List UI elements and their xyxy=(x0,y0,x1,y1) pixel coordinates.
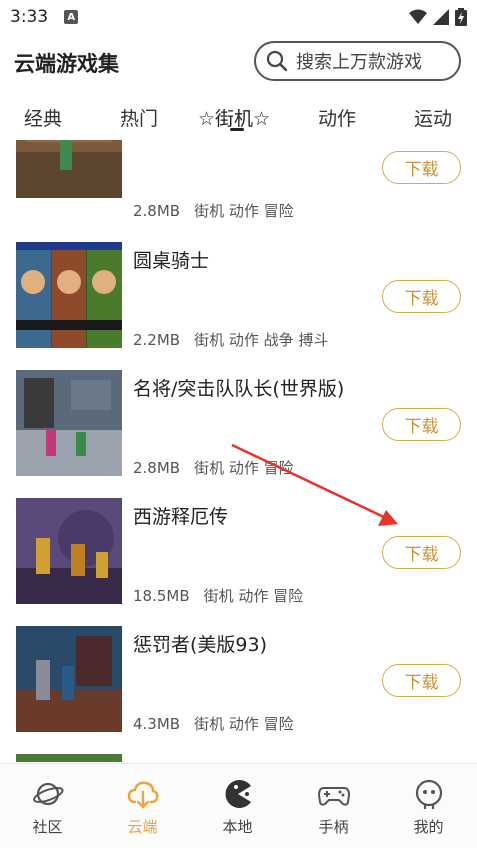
nav-gamepad[interactable]: 手柄 xyxy=(286,764,381,848)
status-time: 3:33 xyxy=(10,7,49,27)
nav-label: 我的 xyxy=(413,818,444,836)
signal-icon xyxy=(433,9,449,25)
nav-label: 云端 xyxy=(127,818,158,836)
nav-community[interactable]: 社区 xyxy=(0,764,95,848)
status-icons xyxy=(409,8,467,26)
app-title: 云端游戏集 xyxy=(14,52,119,76)
game-tags: 街机 动作 冒险 xyxy=(194,459,294,477)
battery-icon xyxy=(455,8,467,26)
game-thumbnail xyxy=(16,242,122,348)
download-button[interactable]: 下载 xyxy=(382,280,461,313)
game-tags: 街机 动作 冒险 xyxy=(203,587,304,605)
nav-label: 社区 xyxy=(32,818,63,836)
game-size: 4.3MB xyxy=(133,715,181,733)
tab-arcade[interactable]: ☆街机☆ xyxy=(198,104,270,131)
game-name: 名将/突击队队长(世界版) xyxy=(133,378,345,400)
app-header: 云端游戏集 搜索上万款游戏 xyxy=(0,38,477,84)
nav-profile[interactable]: 我的 xyxy=(381,764,476,848)
planet-icon xyxy=(33,782,64,806)
game-tags: 街机 动作 冒险 xyxy=(194,715,294,733)
game-tags: 街机 动作 战争 搏斗 xyxy=(194,331,329,349)
list-item[interactable] xyxy=(0,754,477,762)
download-button[interactable]: 下载 xyxy=(382,408,461,441)
active-tab-indicator xyxy=(230,128,244,131)
nav-cloud[interactable]: 云端 xyxy=(95,764,190,848)
bottom-nav: 社区 云端 本地 手柄 我的 xyxy=(0,763,477,848)
cloud-download-icon xyxy=(127,781,159,809)
game-list: 下载 2.8MB 街机 动作 冒险 圆桌骑士 下载 2.2MB 街机 动作 战争 搏… xyxy=(0,140,477,762)
download-button[interactable]: 下载 xyxy=(382,664,461,697)
game-size: 18.5MB xyxy=(133,587,190,605)
game-size: 2.8MB xyxy=(133,202,181,220)
tab-action[interactable]: 动作 xyxy=(318,104,356,131)
download-button[interactable]: 下载 xyxy=(382,536,461,569)
search-placeholder: 搜索上万款游戏 xyxy=(296,52,422,73)
list-item[interactable]: 下载 2.8MB 街机 动作 冒险 xyxy=(0,140,477,220)
game-tags: 街机 动作 冒险 xyxy=(194,202,294,220)
tab-classic[interactable]: 经典 xyxy=(24,104,62,131)
nav-label: 本地 xyxy=(222,818,253,836)
game-size: 2.8MB xyxy=(133,459,181,477)
status-bar: 3:33 A xyxy=(0,0,477,34)
game-thumbnail xyxy=(16,498,122,604)
search-input[interactable]: 搜索上万款游戏 xyxy=(254,41,461,81)
game-thumbnail xyxy=(16,754,122,762)
nav-local[interactable]: 本地 xyxy=(190,764,285,848)
tab-sports[interactable]: 运动 xyxy=(414,104,452,131)
search-icon xyxy=(266,50,288,72)
game-name: 惩罚者(美版93) xyxy=(133,634,268,656)
game-name: 圆桌骑士 xyxy=(133,250,210,272)
download-button[interactable]: 下载 xyxy=(382,151,461,184)
pacman-icon xyxy=(225,780,251,808)
list-item[interactable]: 名将/突击队队长(世界版) 下载 2.8MB 街机 动作 冒险 xyxy=(0,370,477,498)
game-thumbnail xyxy=(16,626,122,732)
game-size: 2.2MB xyxy=(133,331,181,349)
list-item[interactable]: 西游释厄传 下载 18.5MB 街机 动作 冒险 xyxy=(0,498,477,626)
tab-hot[interactable]: 热门 xyxy=(120,104,158,131)
list-item[interactable]: 惩罚者(美版93) 下载 4.3MB 街机 动作 冒险 xyxy=(0,626,477,754)
face-icon xyxy=(415,779,443,809)
game-thumbnail xyxy=(16,140,122,198)
notification-icon: A xyxy=(64,10,79,24)
gamepad-icon xyxy=(318,787,350,806)
category-tabs: 经典 热门 ☆街机☆ 动作 运动 xyxy=(0,98,477,138)
game-thumbnail xyxy=(16,370,122,476)
game-name: 西游释厄传 xyxy=(133,506,229,528)
list-item[interactable]: 圆桌骑士 下载 2.2MB 街机 动作 战争 搏斗 xyxy=(0,242,477,370)
nav-label: 手柄 xyxy=(318,818,349,836)
wifi-icon xyxy=(409,9,427,24)
